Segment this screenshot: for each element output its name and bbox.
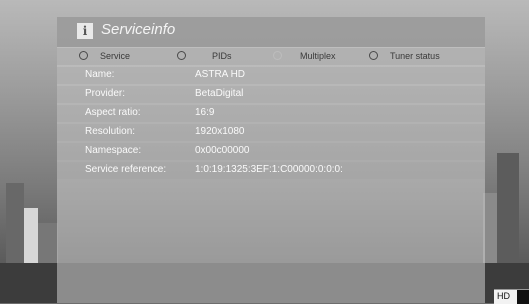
- info-value: ASTRA HD: [195, 69, 246, 80]
- info-key: Name:: [85, 69, 115, 80]
- tab-service[interactable]: Service: [79, 48, 130, 65]
- list-item: Provider: BetaDigital: [57, 86, 485, 103]
- list-item: Aspect ratio: 16:9: [57, 105, 485, 122]
- serviceinfo-panel: i Serviceinfo Service PIDs Multiplex Tun…: [57, 17, 485, 303]
- list-item: Service reference: 1:0:19:1325:3EF:1:C00…: [57, 162, 485, 179]
- tab-pids[interactable]: PIDs: [177, 48, 232, 65]
- window-header: i Serviceinfo: [57, 17, 485, 47]
- tab-bar: Service PIDs Multiplex Tuner status: [57, 48, 485, 65]
- info-value: 1920x1080: [195, 126, 245, 137]
- info-key: Aspect ratio:: [85, 107, 141, 118]
- radio-icon: [177, 51, 186, 61]
- info-value: 0x00c00000: [195, 145, 250, 156]
- list-item: Name: ASTRA HD: [57, 67, 485, 84]
- tab-tuner-status[interactable]: Tuner status: [369, 48, 440, 65]
- hd-label: HD: [497, 291, 510, 301]
- info-value: BetaDigital: [195, 88, 244, 99]
- hd-badge: HD: [494, 289, 529, 304]
- window-title: Serviceinfo: [101, 21, 176, 38]
- info-key: Service reference:: [85, 164, 167, 175]
- info-value: 16:9: [195, 107, 215, 118]
- badge-block: [517, 290, 529, 304]
- info-key: Namespace:: [85, 145, 142, 156]
- info-key: Resolution:: [85, 126, 136, 137]
- radio-icon: [369, 51, 378, 61]
- info-key: Provider:: [85, 88, 126, 99]
- list-item: Resolution: 1920x1080: [57, 124, 485, 141]
- radio-icon: [273, 51, 282, 61]
- list-item: Namespace: 0x00c00000: [57, 143, 485, 160]
- tab-multiplex[interactable]: Multiplex: [273, 48, 336, 65]
- info-icon: i: [77, 23, 93, 39]
- info-value: 1:0:19:1325:3EF:1:C00000:0:0:0:: [195, 164, 343, 175]
- radio-icon: [79, 51, 88, 61]
